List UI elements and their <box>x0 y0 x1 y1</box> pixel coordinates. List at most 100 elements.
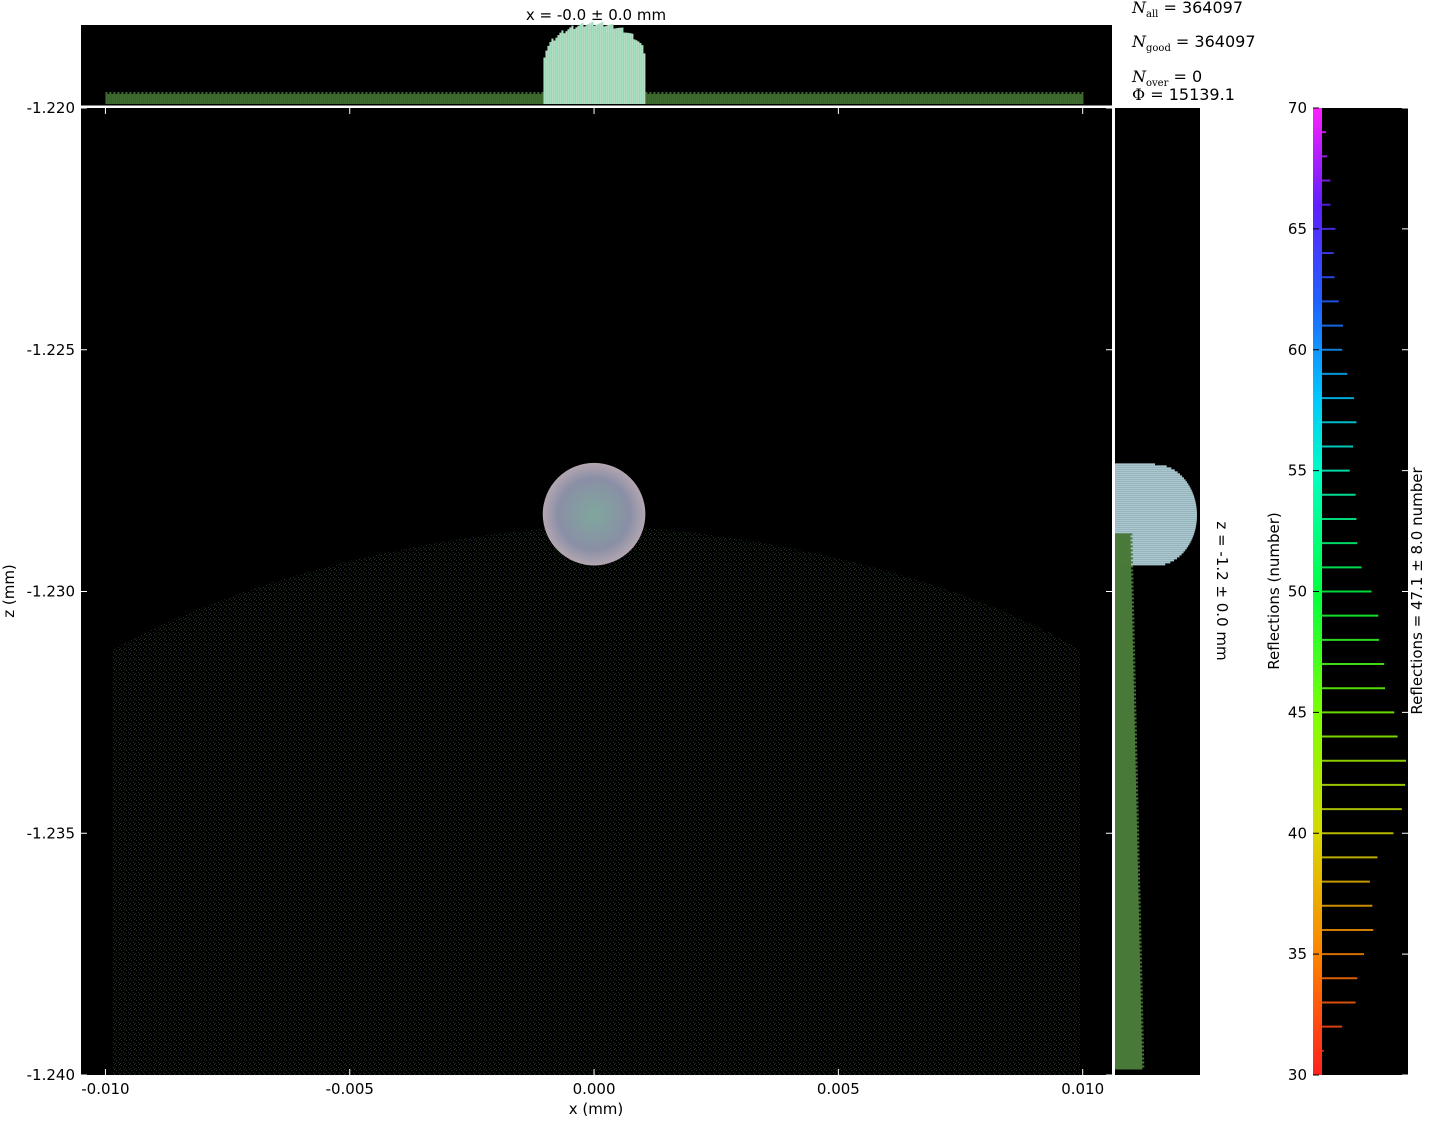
side-projection-bar <box>1115 851 1138 854</box>
top-projection-bar <box>559 32 562 105</box>
top-projection-bar <box>357 91 360 104</box>
side-projection-bar <box>1115 547 1131 550</box>
side-projection-bar <box>1115 971 1141 974</box>
side-projection-bar <box>1115 887 1139 890</box>
top-projection-bar <box>403 93 406 104</box>
side-projection-bar <box>1115 575 1132 578</box>
top-projection-bar <box>329 91 332 104</box>
side-projection-bar <box>1115 929 1142 932</box>
top-projection-bar <box>313 91 316 104</box>
top-projection-bar <box>557 35 560 104</box>
top-projection-bar <box>369 91 372 104</box>
side-projection-bar <box>1115 667 1134 670</box>
side-projection-bar <box>1115 1021 1144 1024</box>
side-projection-bar <box>1115 485 1190 488</box>
top-projection-bar <box>741 91 744 104</box>
top-projection-bar <box>251 93 254 104</box>
top-projection-bar <box>611 23 614 105</box>
side-projection-bar <box>1115 807 1137 810</box>
side-projection-bar <box>1115 925 1142 928</box>
top-projection-bar <box>965 91 968 104</box>
x-axis-label: x (mm) <box>569 1100 624 1118</box>
side-projection-bar <box>1115 811 1137 814</box>
top-projection-bar <box>929 91 932 104</box>
side-projection-bar <box>1115 1007 1142 1010</box>
side-projection-bar <box>1115 663 1134 666</box>
top-projection-bar <box>981 91 984 104</box>
colorbar-side-label: Reflections = 47.1 ± 8.0 number <box>1408 467 1426 715</box>
top-projection-bar <box>791 93 794 104</box>
top-projection-bar <box>891 93 894 104</box>
side-projection-bar <box>1115 1005 1143 1008</box>
top-projection-bar <box>625 32 628 104</box>
top-projection-bar <box>663 93 666 104</box>
top-projection-bar <box>911 93 914 104</box>
side-projection-bar <box>1115 833 1140 836</box>
top-projection-bar <box>835 93 838 104</box>
side-projection-bar <box>1115 729 1137 732</box>
top-projection-bar <box>513 91 516 104</box>
side-projection-bar <box>1115 741 1138 744</box>
side-projection-bar <box>1115 657 1136 660</box>
side-projection-bar <box>1115 511 1197 514</box>
side-projection-bar <box>1115 681 1136 684</box>
top-projection-bar <box>493 91 496 104</box>
top-projection-bar <box>187 93 190 104</box>
top-projection-bar <box>799 93 802 104</box>
side-projection-bar <box>1115 827 1137 830</box>
side-projection-bar <box>1115 483 1189 486</box>
top-projection-bar <box>899 93 902 104</box>
top-projection-bar <box>157 91 160 104</box>
top-projection-bar <box>739 93 742 104</box>
stat-phi: Φ = 15139.1 <box>1132 85 1235 104</box>
top-projection-bar <box>675 93 678 104</box>
top-projection-bar <box>573 28 576 105</box>
side-projection-bar <box>1115 863 1138 866</box>
side-projection-bar <box>1115 755 1136 758</box>
top-projection-bar <box>689 91 692 104</box>
top-projection-bar <box>809 91 812 104</box>
top-projection-bar <box>535 93 538 104</box>
top-projection-bar <box>213 91 216 104</box>
side-projection-bar <box>1115 1049 1144 1052</box>
top-projection-bar <box>133 91 136 104</box>
side-projection-bar <box>1115 859 1138 862</box>
bright-spot <box>542 462 646 566</box>
top-projection-bar <box>449 91 452 104</box>
side-projection-bar <box>1115 651 1134 654</box>
side-projection-bar <box>1115 503 1197 506</box>
top-projection-bar <box>147 93 150 104</box>
side-projection-bar <box>1115 573 1134 576</box>
top-projection-bar <box>231 93 234 104</box>
top-projection-bar <box>257 91 260 104</box>
side-projection-bar <box>1115 525 1196 528</box>
x-tick-label: 0.010 <box>1061 1080 1104 1098</box>
top-projection-bar <box>971 93 974 104</box>
top-projection-bar <box>585 25 588 105</box>
top-projection-bar <box>189 91 192 104</box>
top-projection-bar <box>437 91 440 104</box>
side-projection-bar <box>1115 1063 1143 1066</box>
side-projection-bar <box>1115 561 1134 564</box>
side-projection-bar <box>1115 491 1193 494</box>
side-projection-bar <box>1115 877 1141 880</box>
top-projection-bar <box>1063 93 1066 104</box>
top-projection-bar <box>337 91 340 104</box>
y-tick-label: -1.240 <box>27 1066 75 1084</box>
top-projection-bar <box>1013 91 1016 104</box>
side-projection-bar <box>1115 1017 1144 1020</box>
top-projection-bar <box>385 91 388 104</box>
top-projection-bar <box>407 93 410 104</box>
top-projection-bar <box>191 93 194 104</box>
top-projection-bar <box>185 91 188 104</box>
top-projection-bar <box>643 53 646 104</box>
top-projection-bar <box>515 93 518 104</box>
top-projection-bar <box>889 91 892 104</box>
top-projection-bar <box>1017 91 1020 104</box>
side-projection-bar <box>1115 769 1138 772</box>
top-projection-bar <box>813 91 816 104</box>
top-projection-bar <box>583 26 586 105</box>
side-projection-bar <box>1115 985 1143 988</box>
top-projection-bar <box>367 93 370 104</box>
top-projection-bar <box>635 40 638 104</box>
